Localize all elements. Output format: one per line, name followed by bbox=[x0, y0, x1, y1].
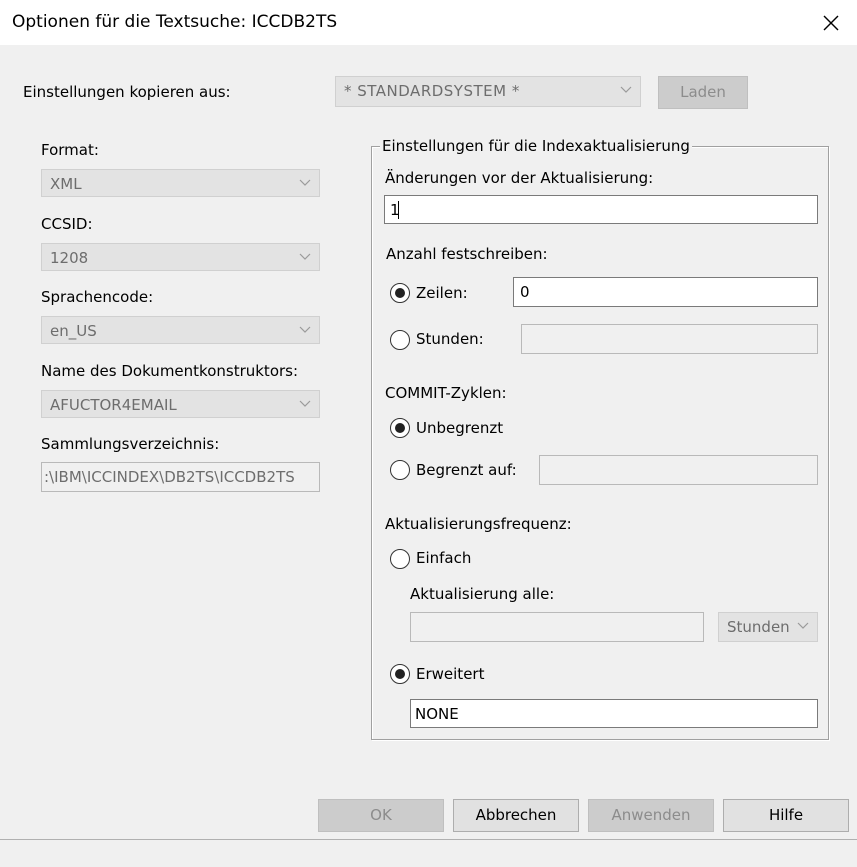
update-unit-dropdown[interactable]: Stunden bbox=[718, 612, 818, 642]
radio-selected-dot bbox=[395, 288, 405, 298]
limited-label: Begrenzt auf: bbox=[416, 461, 517, 479]
commit-cycles-label: COMMIT-Zyklen: bbox=[385, 384, 507, 402]
ccsid-value: 1208 bbox=[50, 249, 89, 267]
cancel-button[interactable]: Abbrechen bbox=[453, 799, 579, 832]
rows-radio[interactable] bbox=[390, 283, 410, 303]
language-code-value: en_US bbox=[50, 322, 97, 340]
chevron-down-icon bbox=[797, 622, 809, 629]
chevron-down-icon bbox=[299, 179, 311, 186]
copy-settings-label: Einstellungen kopieren aus: bbox=[23, 83, 231, 101]
status-bar bbox=[0, 839, 857, 867]
collection-dir-label: Sammlungsverzeichnis: bbox=[41, 435, 220, 453]
text-caret bbox=[398, 201, 399, 219]
unlimited-label: Unbegrenzt bbox=[416, 419, 504, 437]
doc-constructor-label: Name des Dokumentkonstruktors: bbox=[41, 362, 299, 380]
ok-button-label: OK bbox=[370, 806, 392, 824]
unlimited-radio[interactable] bbox=[390, 418, 410, 438]
rows-label: Zeilen: bbox=[416, 284, 468, 302]
window-title: Optionen für die Textsuche: ICCDB2TS bbox=[12, 12, 338, 32]
copy-settings-value: * STANDARDSYSTEM * bbox=[344, 82, 520, 100]
limited-input[interactable] bbox=[539, 455, 818, 485]
limited-radio[interactable] bbox=[390, 460, 410, 480]
format-label: Format: bbox=[41, 141, 99, 159]
hours-input[interactable] bbox=[521, 324, 818, 354]
ccsid-dropdown[interactable]: 1208 bbox=[41, 243, 320, 271]
changes-before-update-label: Änderungen vor der Aktualisierung: bbox=[385, 169, 654, 187]
collection-dir-value: :\IBM\ICCINDEX\DB2TS\ICCDB2TS bbox=[44, 468, 295, 486]
update-every-label: Aktualisierung alle: bbox=[410, 585, 555, 603]
ok-button[interactable]: OK bbox=[318, 799, 444, 832]
simple-label: Einfach bbox=[416, 549, 472, 567]
doc-constructor-value: AFUCTOR4EMAIL bbox=[50, 396, 177, 414]
hours-label: Stunden: bbox=[416, 330, 484, 348]
index-update-group bbox=[371, 146, 829, 740]
extended-input[interactable]: NONE bbox=[410, 699, 818, 728]
cancel-button-label: Abbrechen bbox=[475, 806, 557, 824]
language-code-dropdown[interactable]: en_US bbox=[41, 316, 320, 344]
chevron-down-icon bbox=[620, 86, 632, 93]
simple-radio[interactable] bbox=[390, 549, 410, 569]
doc-constructor-dropdown[interactable]: AFUCTOR4EMAIL bbox=[41, 390, 320, 418]
rows-input[interactable]: 0 bbox=[513, 277, 818, 307]
commit-count-label: Anzahl festschreiben: bbox=[386, 245, 548, 263]
apply-button[interactable]: Anwenden bbox=[588, 799, 714, 832]
chevron-down-icon bbox=[299, 326, 311, 333]
collection-dir-field[interactable]: :\IBM\ICCINDEX\DB2TS\ICCDB2TS bbox=[41, 462, 320, 492]
chevron-down-icon bbox=[299, 253, 311, 260]
format-value: XML bbox=[50, 175, 82, 193]
ccsid-label: CCSID: bbox=[41, 215, 93, 233]
extended-radio[interactable] bbox=[390, 664, 410, 684]
load-button[interactable]: Laden bbox=[658, 76, 748, 109]
changes-before-update-input[interactable]: 1 bbox=[384, 195, 818, 224]
radio-selected-dot bbox=[395, 669, 405, 679]
update-frequency-label: Aktualisierungsfrequenz: bbox=[385, 515, 572, 533]
radio-selected-dot bbox=[395, 423, 405, 433]
close-icon bbox=[823, 15, 839, 31]
chevron-down-icon bbox=[299, 400, 311, 407]
help-button[interactable]: Hilfe bbox=[723, 799, 849, 832]
help-button-label: Hilfe bbox=[768, 806, 804, 824]
copy-settings-dropdown[interactable]: * STANDARDSYSTEM * bbox=[335, 76, 641, 107]
extended-label: Erweitert bbox=[416, 665, 485, 683]
update-unit-value: Stunden bbox=[727, 618, 790, 636]
hours-radio[interactable] bbox=[390, 330, 410, 350]
extended-value: NONE bbox=[415, 705, 459, 723]
load-button-label: Laden bbox=[680, 83, 726, 101]
close-button[interactable] bbox=[814, 6, 848, 40]
apply-button-label: Anwenden bbox=[611, 806, 691, 824]
rows-value: 0 bbox=[520, 283, 530, 301]
language-code-label: Sprachencode: bbox=[41, 288, 154, 306]
index-update-group-title: Einstellungen für die Indexaktualisierun… bbox=[380, 137, 692, 155]
update-every-input[interactable] bbox=[410, 612, 704, 642]
format-dropdown[interactable]: XML bbox=[41, 169, 320, 197]
